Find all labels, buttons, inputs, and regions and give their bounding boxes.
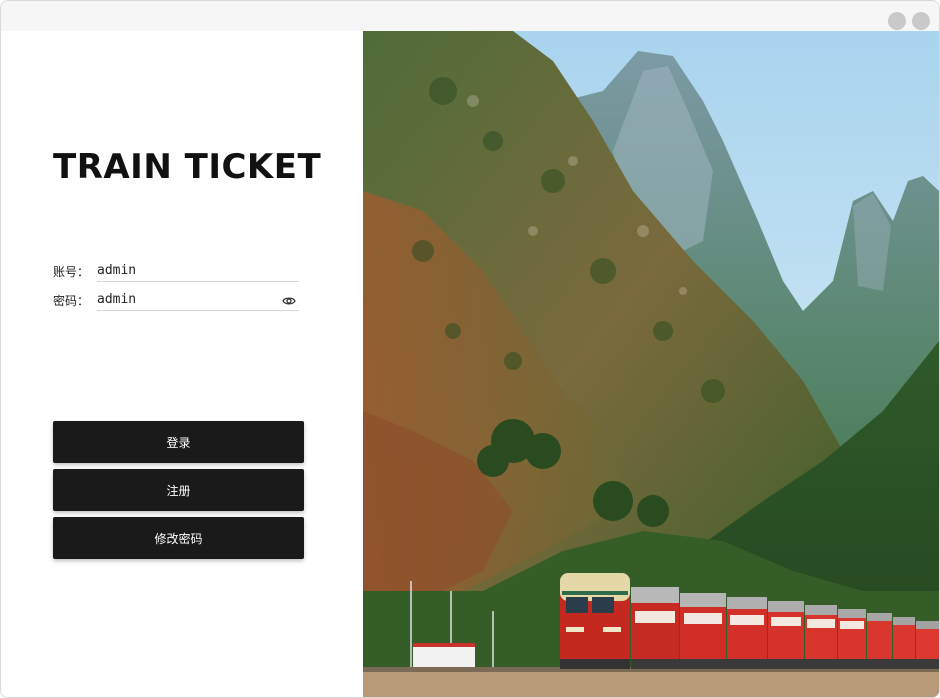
register-button[interactable]: 注册 <box>53 469 304 511</box>
train-landscape-image <box>363 31 939 697</box>
minimize-button[interactable] <box>888 12 906 30</box>
login-panel: TRAIN TICKET 账号： 密码： 登录 注册 修改密码 <box>1 31 362 697</box>
app-title: TRAIN TICKET <box>53 147 322 187</box>
login-button[interactable]: 登录 <box>53 421 304 463</box>
account-input[interactable] <box>97 259 299 282</box>
change-password-button[interactable]: 修改密码 <box>53 517 304 559</box>
app-window: TRAIN TICKET 账号： 密码： 登录 注册 修改密码 <box>0 0 940 698</box>
password-label: 密码： <box>53 294 90 308</box>
account-label: 账号： <box>53 265 90 279</box>
close-button[interactable] <box>912 12 930 30</box>
eye-icon[interactable] <box>282 293 296 307</box>
password-input[interactable] <box>97 288 299 311</box>
title-bar <box>1 1 939 31</box>
